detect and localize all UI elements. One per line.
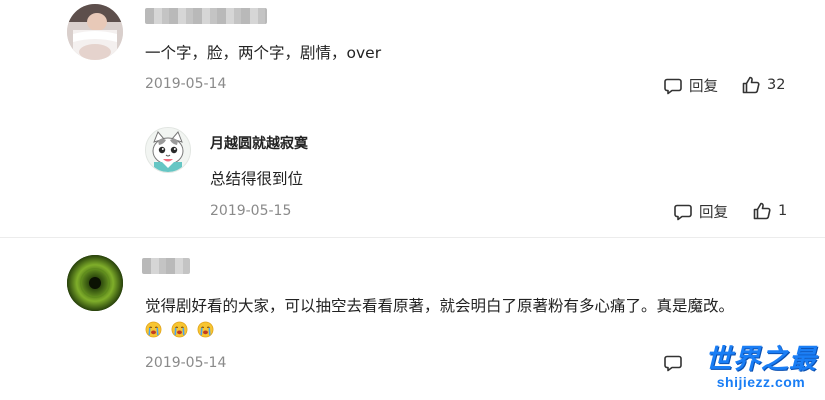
thumbs-up-icon [753,202,771,220]
comment-date: 2019-05-14 [145,76,227,92]
site-watermark: 世界之最 shijiezz.com [700,337,822,390]
watermark-url: shijiezz.com [716,374,806,390]
commenter-avatar[interactable] [67,4,123,60]
comment-bubble-icon [664,78,682,94]
comment-bubble-icon [674,204,692,220]
watermark-title: 世界之最 [705,344,817,374]
like-count: 1 [778,203,788,219]
like-button[interactable]: 1 [752,201,787,221]
crying-emoji [171,321,188,338]
reply-button[interactable]: 回复 [663,75,718,96]
comment-divider [0,237,825,238]
thumbs-up-icon [742,76,760,94]
reply-button[interactable]: 回复 [673,201,728,222]
like-button[interactable]: 32 [741,75,785,95]
commenter-name-redacted[interactable] [142,258,190,274]
emoji-row [145,319,218,339]
cat-avatar-icon [146,128,190,172]
comment-bubble-icon [664,355,682,372]
reply-date: 2019-05-15 [210,203,292,219]
commenter-name-redacted[interactable] [145,8,267,24]
comment-text: 一个字，脸，两个字，剧情，over [145,44,382,62]
reply-text: 总结得很到位 [210,170,304,188]
crying-emoji [145,321,162,338]
comment-date: 2019-05-14 [145,355,227,371]
reply-label: 回复 [699,205,728,221]
crying-emoji [197,321,214,338]
green-eye-avatar-icon [67,255,123,311]
commenter-avatar[interactable] [67,255,123,311]
replier-avatar[interactable] [145,127,191,173]
replier-name[interactable]: 月越圆就越寂寞 [210,133,308,153]
like-count: 32 [767,77,786,93]
reply-label: 回复 [689,79,718,95]
reply-button[interactable] [663,353,683,373]
comment-text: 觉得剧好看的大家，可以抽空去看看原著，就会明白了原著粉有多心痛了。真是魔改。 [145,297,735,315]
person-avatar-icon [67,4,123,60]
